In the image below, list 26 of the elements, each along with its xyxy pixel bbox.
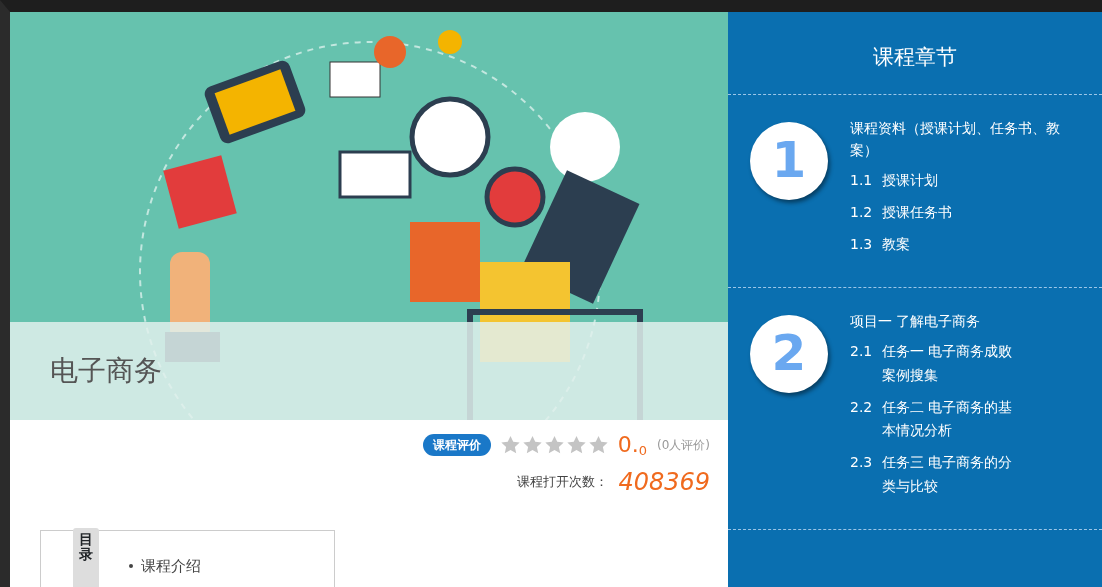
- chapter-link[interactable]: 2.2 任务二 电子商务的基本情况分析: [850, 395, 1024, 444]
- star-icon[interactable]: [500, 435, 520, 454]
- star-icon[interactable]: [566, 435, 586, 454]
- toc-tab[interactable]: 目录: [73, 527, 99, 587]
- course-title: 电子商务: [50, 352, 162, 389]
- chapter-number: 2: [750, 314, 828, 393]
- star-icon[interactable]: [522, 435, 542, 454]
- toc-link[interactable]: 课程介绍: [141, 554, 201, 578]
- bullet-icon: [129, 564, 133, 569]
- chapter-link[interactable]: 2.3 任务三 电子商务的分类与比较: [850, 451, 1024, 499]
- rating-label: 课程评价: [422, 433, 491, 456]
- chapter-link[interactable]: 1.2 授课任务书: [850, 201, 1024, 225]
- chapter-title[interactable]: 项目一 了解电子商务: [850, 309, 1024, 333]
- star-icon[interactable]: [544, 435, 564, 454]
- chapter-link[interactable]: 2.1 任务一 电子商务成败案例搜集: [850, 340, 1024, 388]
- chapter-title[interactable]: 课程资料（授课计划、任务书、教案）: [850, 116, 1082, 162]
- chapter-link[interactable]: 1.3 教案: [850, 232, 1024, 257]
- sidebar-title: 课程章节: [728, 12, 1102, 95]
- chapter-link[interactable]: 1.1 授课计划: [850, 169, 1024, 194]
- rating-count: (0人评价): [657, 436, 710, 454]
- views-count: 408369: [618, 466, 710, 498]
- rating-score: 0.$_{0}$: [617, 433, 647, 456]
- views-label: 课程打开次数：: [517, 473, 609, 492]
- chapter-number: 1: [750, 121, 828, 200]
- star-icon[interactable]: [588, 435, 608, 454]
- star-rating[interactable]: [500, 435, 608, 454]
